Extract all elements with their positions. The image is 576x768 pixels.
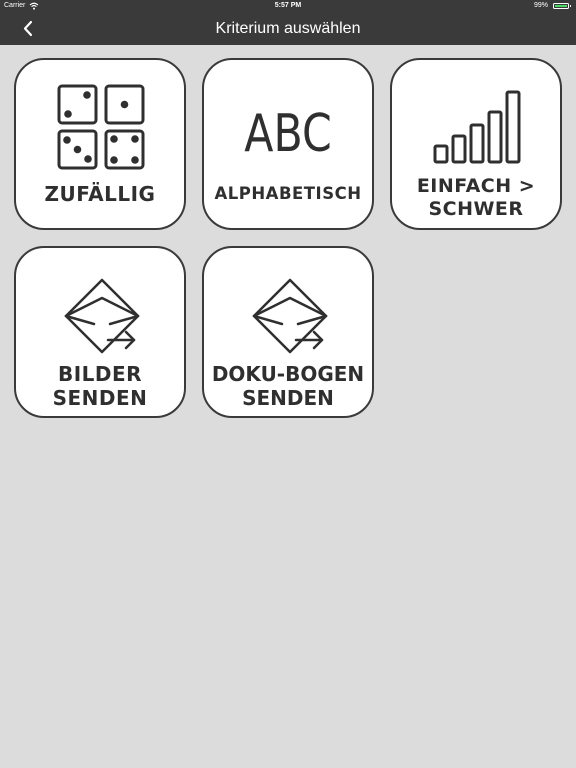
dice-icon [57, 84, 145, 175]
tile-label-line: SENDEN [52, 386, 148, 410]
tile-label-line: EINFACH > [416, 175, 536, 197]
tile-label-line: SCHWER [428, 198, 524, 220]
tile-bilder-senden[interactable]: BILDER SENDEN [14, 246, 186, 418]
tile-label: DOKU-BOGEN SENDEN [204, 362, 372, 410]
page-title: Kriterium auswählen [215, 20, 361, 37]
signal-bars-icon [431, 88, 527, 173]
abc-icon: ABC [244, 104, 332, 164]
tile-label: EINFACH > SCHWER [392, 175, 560, 221]
tile-zufaellig[interactable]: ZUFÄLLIG [14, 58, 186, 230]
battery-percent: 99% [533, 2, 548, 9]
status-bar: Carrier 5:57 PM 99% [0, 0, 576, 12]
tile-label-line: BILDER [57, 362, 143, 386]
tile-label-line: DOKU-BOGEN [211, 362, 365, 386]
tile-doku-bogen-senden[interactable]: DOKU-BOGEN SENDEN [202, 246, 374, 418]
tile-einfach-schwer[interactable]: EINFACH > SCHWER [390, 58, 562, 230]
clock: 5:57 PM [274, 2, 302, 9]
battery-icon [553, 3, 571, 9]
navigation-bar: Kriterium auswählen [0, 12, 576, 45]
tile-label-line: ZUFÄLLIG [44, 182, 156, 206]
tile-label-line: SENDEN [242, 386, 334, 410]
tile-label: ALPHABETISCH [204, 184, 372, 204]
tile-label: ZUFÄLLIG [16, 182, 184, 206]
tile-label: BILDER SENDEN [16, 362, 184, 410]
mail-send-icon [64, 278, 140, 359]
mail-send-icon [252, 278, 328, 359]
tile-alphabetisch[interactable]: ABC ALPHABETISCH [202, 58, 374, 230]
tile-label-line: ALPHABETISCH [214, 184, 362, 203]
